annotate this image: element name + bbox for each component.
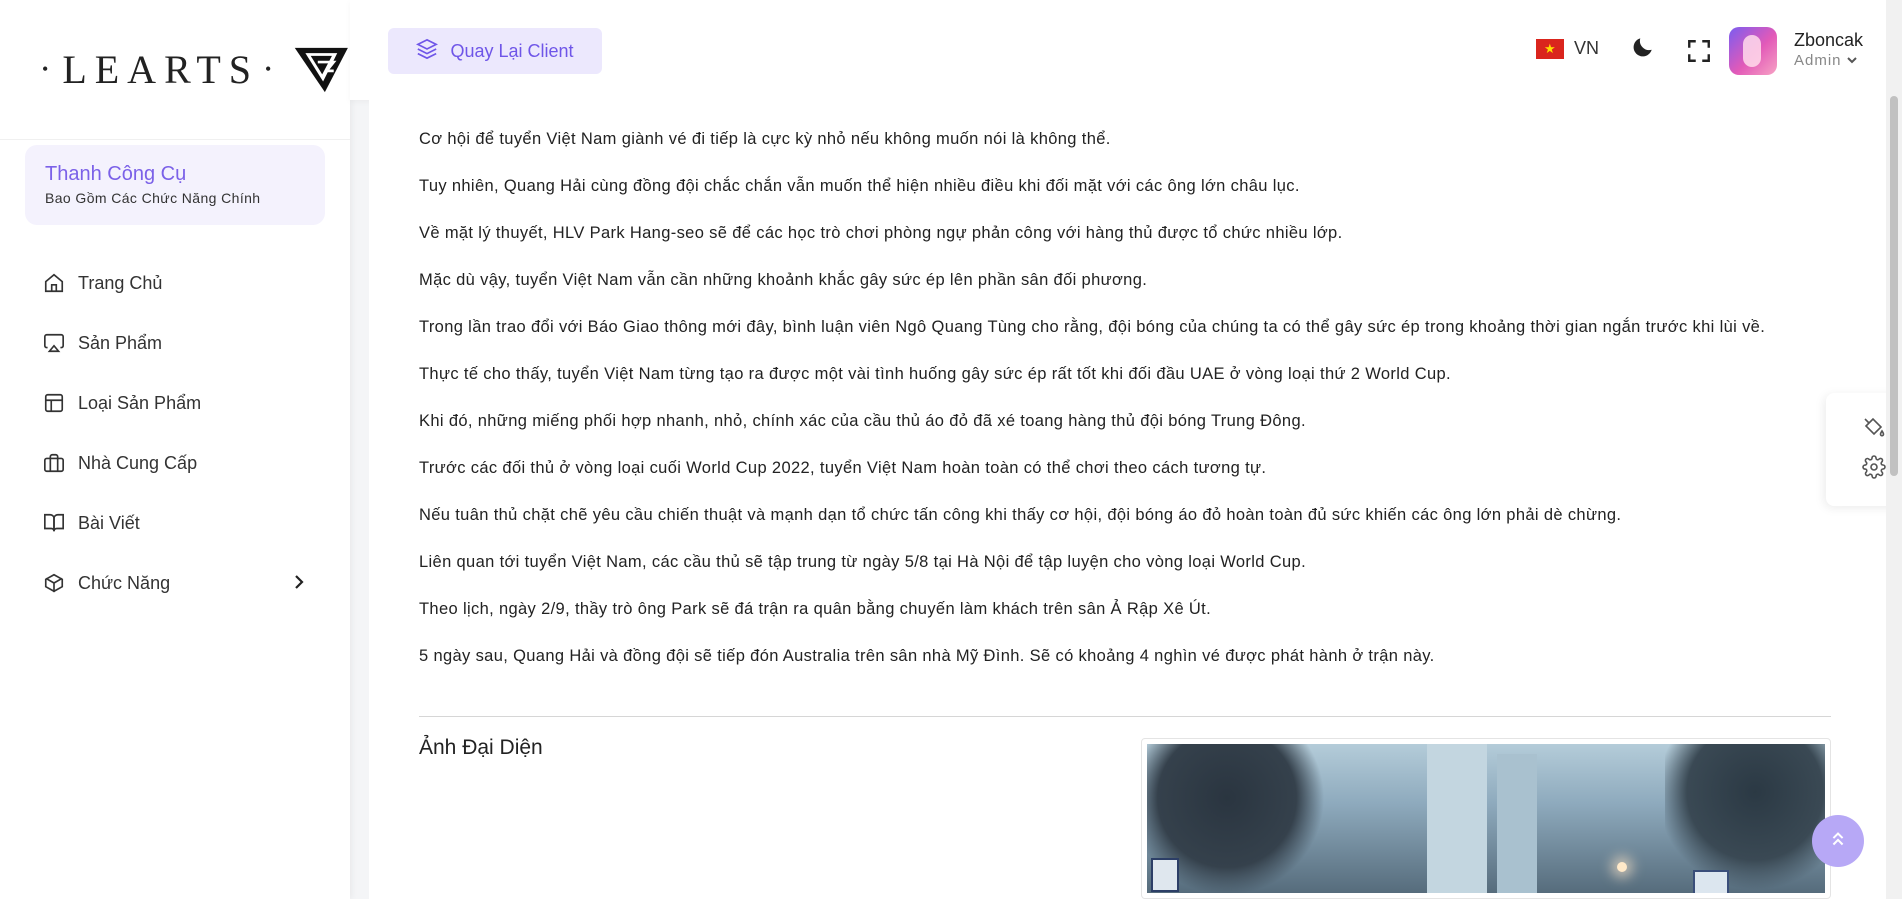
- chevrons-up-icon: [1827, 828, 1849, 855]
- sidebar-item-product-types[interactable]: Loại Sản Phẩm: [0, 373, 350, 433]
- featured-image: [1147, 744, 1825, 893]
- logo[interactable]: • LEARTS •: [0, 0, 350, 140]
- divider: [419, 716, 1831, 717]
- featured-image-label: Ảnh Đại Diện: [419, 736, 543, 759]
- airplay-icon: [42, 331, 66, 355]
- back-to-client-label: Quay Lại Client: [450, 40, 574, 61]
- article-paragraph: Theo lịch, ngày 2/9, thầy trò ông Park s…: [419, 600, 1212, 618]
- article-paragraph: Nếu tuân thủ chặt chẽ yêu cầu chiến thuậ…: [419, 506, 1622, 524]
- language-code: VN: [1574, 38, 1600, 58]
- home-icon: [42, 271, 66, 295]
- toolbox-title: Thanh Công Cụ: [45, 163, 187, 185]
- scrollbar-thumb[interactable]: [1890, 96, 1898, 476]
- featured-image-frame: [1141, 738, 1831, 899]
- avatar[interactable]: [1729, 27, 1777, 75]
- layers-icon: [416, 38, 439, 65]
- article-paragraph: Thực tế cho thấy, tuyển Việt Nam từng tạ…: [419, 365, 1451, 383]
- sidebar-item-label: Loại Sản Phẩm: [78, 392, 202, 413]
- sidebar-nav: Trang Chủ Sản Phẩm Loại Sản Phẩm Nhà Cun…: [0, 253, 350, 613]
- article-paragraph: Tuy nhiên, Quang Hải cùng đồng đội chắc …: [419, 177, 1300, 195]
- article-paragraph: Trong lần trao đổi với Báo Giao thông mớ…: [419, 318, 1766, 336]
- page-scrollbar[interactable]: [1886, 0, 1902, 899]
- sidebar-item-label: Nhà Cung Cấp: [78, 452, 198, 473]
- article-paragraph: Liên quan tới tuyển Việt Nam, các cầu th…: [419, 553, 1307, 571]
- article-paragraph: Cơ hội để tuyển Việt Nam giành vé đi tiế…: [419, 130, 1111, 148]
- logo-mark-icon: [295, 47, 349, 92]
- article-paragraph: 5 ngày sau, Quang Hải và đồng đội sẽ tiế…: [419, 647, 1435, 665]
- top-header: Quay Lại Client ★ VN Zboncak Admin: [350, 0, 1902, 100]
- sidebar-item-suppliers[interactable]: Nhà Cung Cấp: [0, 433, 350, 493]
- dark-mode-toggle-icon[interactable]: [1630, 33, 1656, 66]
- sidebar-item-label: Bài Viết: [78, 512, 140, 533]
- article-paragraph: Mặc dù vậy, tuyển Việt Nam vẫn cần những…: [419, 271, 1148, 289]
- article-body: Cơ hội để tuyển Việt Nam giành vé đi tiế…: [419, 126, 1839, 690]
- settings-gear-icon[interactable]: [1862, 455, 1886, 484]
- article-paragraph: Trước các đối thủ ở vòng loại cuối World…: [419, 459, 1267, 477]
- sidebar-item-home[interactable]: Trang Chủ: [0, 253, 350, 313]
- user-name[interactable]: Zboncak: [1794, 30, 1863, 51]
- sidebar-item-posts[interactable]: Bài Viết: [0, 493, 350, 553]
- paint-bucket-icon[interactable]: [1862, 415, 1886, 444]
- user-role-dropdown[interactable]: Admin: [1794, 52, 1858, 69]
- logo-text: • LEARTS •: [42, 47, 280, 92]
- article-paragraph: Khi đó, những miếng phối hợp nhanh, nhỏ,…: [419, 412, 1306, 430]
- sidebar: • LEARTS • Thanh Công Cụ Bao Gồm Các Chức …: [0, 0, 350, 899]
- article-content: Cơ hội để tuyển Việt Nam giành vé đi tiế…: [369, 100, 1902, 899]
- toolbox-card: Thanh Công Cụ Bao Gồm Các Chức Năng Chín…: [25, 145, 325, 225]
- back-to-client-button[interactable]: Quay Lại Client: [388, 28, 602, 74]
- book-open-icon: [42, 511, 66, 535]
- briefcase-icon: [42, 451, 66, 475]
- vietnam-flag-icon: ★: [1536, 38, 1564, 59]
- layout-icon: [42, 391, 66, 415]
- chevron-down-icon: [1846, 52, 1858, 69]
- sidebar-item-functions[interactable]: Chức Năng: [0, 553, 350, 613]
- toolbox-subtitle: Bao Gồm Các Chức Năng Chính: [45, 190, 261, 206]
- fullscreen-icon[interactable]: [1686, 38, 1712, 69]
- user-role: Admin: [1794, 52, 1842, 69]
- sidebar-item-label: Sản Phẩm: [78, 332, 163, 353]
- language-selector[interactable]: ★ VN: [1536, 38, 1599, 59]
- scroll-to-top-button[interactable]: [1812, 815, 1864, 867]
- sidebar-item-products[interactable]: Sản Phẩm: [0, 313, 350, 373]
- sidebar-item-label: Trang Chủ: [78, 272, 163, 293]
- sidebar-item-label: Chức Năng: [78, 572, 171, 593]
- chevron-right-icon: [292, 573, 306, 596]
- article-paragraph: Về mặt lý thuyết, HLV Park Hang-seo sẽ đ…: [419, 224, 1343, 242]
- box-icon: [42, 571, 66, 595]
